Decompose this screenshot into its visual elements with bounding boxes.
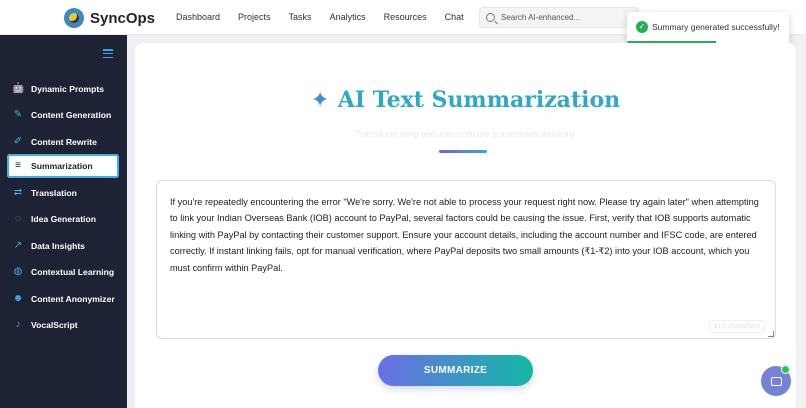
sidebar-item-label: Content Generation [31, 110, 112, 120]
logo-icon [64, 8, 84, 28]
sidebar-item-data-insights[interactable]: ↗ Data Insights [0, 234, 127, 258]
nav-resources[interactable]: Resources [384, 12, 427, 22]
sidebar-item-label: Content Anonymizer [31, 294, 115, 304]
sidebar-item-idea-generation[interactable]: ◌ Idea Generation [0, 207, 127, 231]
title-divider [439, 150, 487, 153]
nav-dashboard[interactable]: Dashboard [176, 12, 220, 22]
page-title: AI Text Summarization [337, 87, 621, 113]
nav-tasks[interactable]: Tasks [289, 12, 312, 22]
sidebar-item-vocalscript[interactable]: ♪ VocalScript [0, 313, 127, 337]
sidebar: 🤖 Dynamic Prompts ✎ Content Generation ✐ Cont… [0, 35, 127, 408]
sidebar-item-summarization[interactable]: ≡ Summarization [7, 154, 119, 178]
edit-icon: ✐ [13, 136, 23, 147]
input-text[interactable]: If you're repeatedly encountering the er… [170, 194, 764, 276]
translate-icon: ⇄ [13, 187, 23, 198]
sidebar-item-content-generation[interactable]: ✎ Content Generation [0, 103, 127, 127]
sidebar-item-dynamic-prompts[interactable]: 🤖 Dynamic Prompts [0, 77, 127, 101]
app-name: SyncOps [90, 9, 156, 27]
nav-projects[interactable]: Projects [238, 12, 271, 22]
pencil-icon: ✎ [13, 109, 23, 120]
sidebar-item-label: Dynamic Prompts [31, 84, 105, 94]
page-title-row: ✦ AI Text Summarization [135, 87, 796, 113]
sidebar-item-label: Contextual Learning [31, 267, 115, 277]
online-status-dot [781, 365, 790, 374]
toast-message: Summary generated successfully! [652, 22, 780, 32]
sparkle-icon: ✦ [310, 87, 330, 112]
search-input[interactable] [501, 13, 631, 22]
main-nav: Dashboard Projects Tasks Analytics Resou… [176, 12, 482, 22]
check-icon: ✓ [636, 21, 648, 33]
sidebar-item-label: Translation [31, 188, 77, 198]
lightbulb-icon: ◌ [15, 213, 21, 224]
search-box[interactable] [479, 7, 639, 28]
anonymous-icon: ☻ [12, 293, 24, 304]
robot-icon: 🤖 [12, 83, 25, 94]
brain-icon: ◍ [13, 266, 23, 277]
chart-icon: ↗ [13, 240, 23, 251]
success-toast[interactable]: ✓ Summary generated successfully! [627, 12, 789, 44]
sidebar-item-contextual-learning[interactable]: ◍ Contextual Learning [0, 260, 127, 284]
sidebar-item-content-rewrite[interactable]: ✐ Content Rewrite [0, 130, 127, 154]
sidebar-item-label: VocalScript [31, 320, 78, 330]
summarize-button[interactable]: SUMMARIZE [378, 355, 533, 386]
nav-chat[interactable]: Chat [445, 12, 464, 22]
sidebar-item-label: Idea Generation [31, 214, 96, 224]
microphone-icon: ♪ [15, 319, 21, 330]
sidebar-item-label: Content Rewrite [31, 137, 97, 147]
sidebar-item-label: Data Insights [31, 241, 85, 251]
nav-analytics[interactable]: Analytics [330, 12, 366, 22]
page-scrollbar[interactable] [798, 35, 806, 408]
sidebar-item-content-anonymizer[interactable]: ☻ Content Anonymizer [0, 287, 127, 311]
sidebar-item-label: Summarization [31, 161, 93, 171]
page-subtitle: Transform long text into concise summari… [355, 129, 576, 140]
main-panel: ✦ AI Text Summarization Transform long t… [135, 43, 796, 408]
search-icon [486, 13, 495, 22]
resize-handle-icon[interactable] [768, 331, 774, 337]
text-input-area[interactable]: If you're repeatedly encountering the er… [156, 180, 776, 339]
char-count: 610 characters [708, 320, 765, 333]
menu-toggle-icon[interactable] [103, 49, 113, 59]
chat-bubble-icon [770, 376, 782, 386]
app-logo[interactable]: SyncOps [64, 8, 155, 28]
summary-icon: ≡ [15, 160, 21, 171]
sidebar-item-translation[interactable]: ⇄ Translation [0, 181, 127, 205]
